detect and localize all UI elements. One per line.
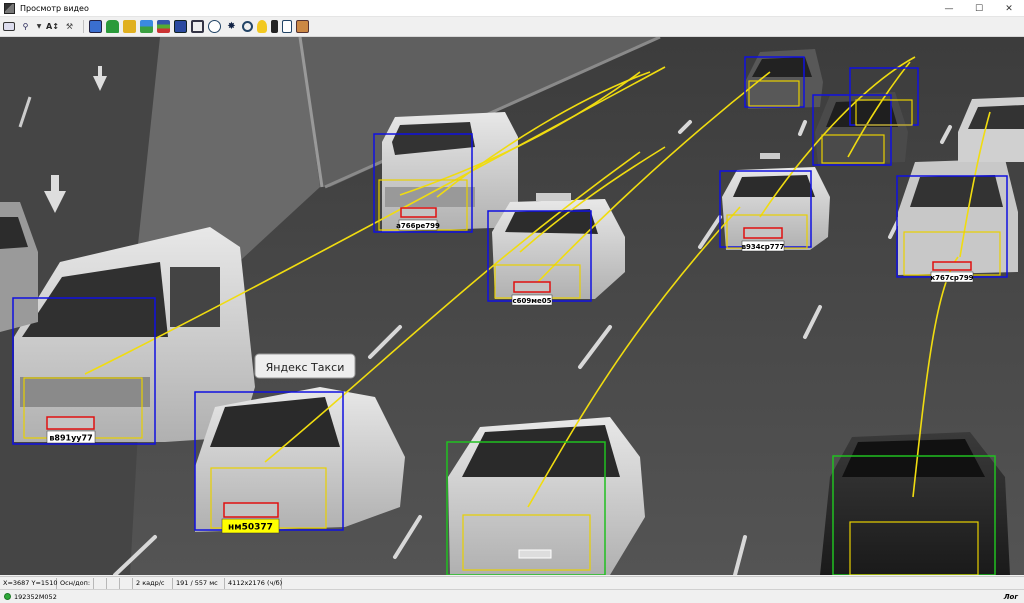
- vehicle: [492, 193, 625, 299]
- run-icon[interactable]: ✸: [225, 20, 238, 33]
- video-view-icon[interactable]: [3, 22, 15, 31]
- lightbulb-icon[interactable]: [257, 20, 267, 33]
- image-icon[interactable]: [140, 20, 153, 33]
- edit-icon[interactable]: [296, 20, 309, 33]
- plate-label: в891уу77: [49, 434, 92, 443]
- processing-time: 191 / 557 мс: [173, 577, 225, 589]
- plate-label: в934ср777: [742, 243, 785, 251]
- app-icon: [4, 2, 15, 14]
- title-bar: Просмотр видео — ☐ ✕: [0, 0, 1024, 17]
- log-button[interactable]: Лог: [1004, 593, 1018, 601]
- traffic-light-icon[interactable]: [271, 20, 278, 33]
- frame-icon[interactable]: [191, 20, 204, 33]
- search-zoom-icon[interactable]: [242, 21, 253, 32]
- hammer-icon[interactable]: ⚒: [63, 20, 76, 33]
- status-indicator-icon: [4, 593, 11, 600]
- status-slot: [94, 577, 107, 589]
- video-viewer-window: Просмотр видео — ☐ ✕ ⚲ ▼ A↕ ⚒ ✸ Яндекс Т…: [0, 0, 1024, 603]
- cursor-coords: X=3687 Y=1510: [0, 577, 57, 589]
- framerate: 2 кадр/с: [133, 577, 173, 589]
- window-controls: — ☐ ✕: [934, 0, 1024, 17]
- window-icon[interactable]: [89, 20, 102, 33]
- unread-plate: [518, 549, 552, 559]
- minimize-button[interactable]: —: [934, 0, 964, 17]
- camera-image: Яндекс Такси а766ре799 с609ме05 в934ср77…: [0, 37, 1024, 575]
- layers-icon[interactable]: [157, 20, 170, 33]
- status-slot: [107, 577, 120, 589]
- zoom-icon[interactable]: ⚲: [19, 20, 32, 33]
- clock-icon[interactable]: [208, 20, 221, 33]
- resolution: 4112x2176 (ч/б): [225, 577, 282, 589]
- plate-label: с609ме05: [513, 297, 552, 305]
- dropdown-icon[interactable]: ▼: [36, 20, 42, 33]
- car-icon[interactable]: [106, 20, 119, 33]
- plate-label: а766ре799: [396, 222, 440, 230]
- plate-label-highlighted: нм50377: [228, 523, 273, 533]
- bottom-bar: 192352М052 Лог: [0, 589, 1024, 603]
- folder-icon[interactable]: [123, 20, 136, 33]
- toolbar: ⚲ ▼ A↕ ⚒ ✸: [0, 17, 1024, 37]
- toolbar-separator: [83, 20, 84, 33]
- taxi-sign-text: Яндекс Такси: [266, 361, 345, 374]
- window-title: Просмотр видео: [20, 3, 89, 13]
- status-slot: [120, 577, 133, 589]
- plate-label: к767ср799: [930, 274, 973, 282]
- vehicle: [820, 432, 1010, 575]
- document-icon[interactable]: [282, 20, 292, 33]
- text-size-icon[interactable]: A↕: [46, 20, 59, 33]
- status-bar: X=3687 Y=1510 Осн/доп: 2 кадр/с 191 / 55…: [0, 576, 1024, 589]
- close-button[interactable]: ✕: [994, 0, 1024, 17]
- mode-label: Осн/доп:: [57, 577, 94, 589]
- maximize-button[interactable]: ☐: [964, 0, 994, 17]
- save-icon[interactable]: [174, 20, 187, 33]
- video-frame[interactable]: Яндекс Такси а766ре799 с609ме05 в934ср77…: [0, 37, 1024, 575]
- device-id: 192352М052: [14, 592, 57, 601]
